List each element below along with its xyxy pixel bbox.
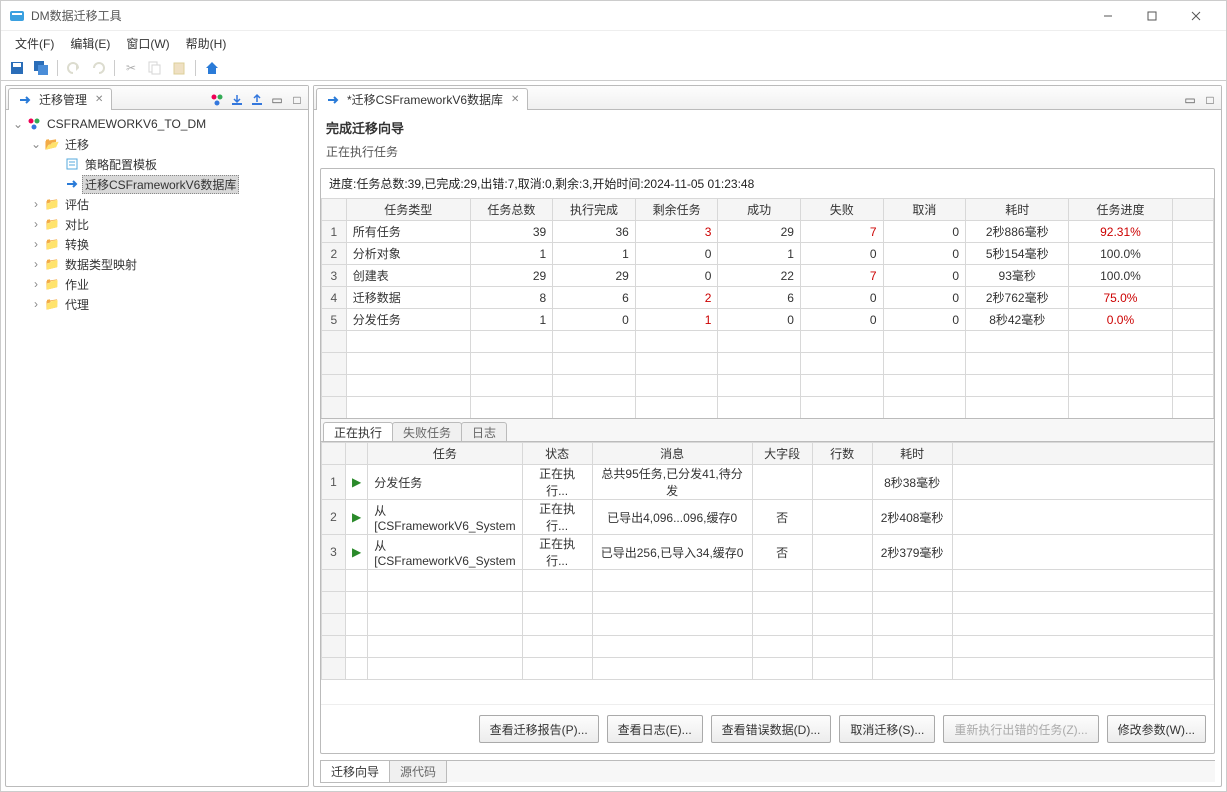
page-subtitle: 正在执行任务 (326, 143, 1209, 160)
tree-compare[interactable]: 对比 (62, 215, 92, 234)
panel-maximize-icon[interactable]: □ (288, 91, 306, 109)
expand-toggle[interactable]: › (28, 277, 44, 291)
save-icon[interactable] (7, 58, 27, 78)
folder-icon: 📁 (44, 256, 60, 272)
maximize-button[interactable] (1130, 2, 1174, 30)
right-panel: *迁移CSFrameworkV6数据库 ✕ ▭ □ 完成迁移向导 正在执行任务 … (313, 85, 1222, 787)
menu-edit[interactable]: 编辑(E) (64, 33, 116, 54)
editor-bottom-tabs: 迁移向导 源代码 (320, 760, 1215, 782)
expand-toggle[interactable]: › (28, 197, 44, 211)
left-panel-tabs: 迁移管理 ✕ ▭ □ (6, 86, 308, 110)
editor-area: 完成迁移向导 正在执行任务 进度:任务总数:39,已完成:29,出错:7,取消:… (314, 110, 1221, 786)
redo-icon[interactable] (88, 58, 108, 78)
bottomtab-source[interactable]: 源代码 (389, 761, 447, 783)
menubar: 文件(F) 编辑(E) 窗口(W) 帮助(H) (1, 31, 1226, 55)
tab-migration-mgmt[interactable]: 迁移管理 ✕ (8, 88, 112, 110)
window-title: DM数据迁移工具 (31, 7, 1086, 24)
progress-text: 进度:任务总数:39,已完成:29,出错:7,取消:0,剩余:3,开始时间:20… (321, 169, 1214, 198)
editor-body: 进度:任务总数:39,已完成:29,出错:7,取消:0,剩余:3,开始时间:20… (320, 168, 1215, 754)
retry-failed-button: 重新执行出错的任务(Z)... (943, 715, 1098, 743)
button-bar: 查看迁移报告(P)... 查看日志(E)... 查看错误数据(D)... 取消迁… (321, 704, 1214, 753)
expand-toggle[interactable]: ⌄ (10, 117, 26, 131)
tree-convert[interactable]: 转换 (62, 235, 92, 254)
folder-icon: 📁 (44, 216, 60, 232)
sub-tabs: 正在执行 失败任务 日志 (321, 418, 1214, 442)
export-icon[interactable] (248, 91, 266, 109)
modify-params-button[interactable]: 修改参数(W)... (1107, 715, 1206, 743)
expand-toggle[interactable]: ⌄ (28, 137, 44, 151)
project-icon (26, 116, 42, 132)
tab-editor[interactable]: *迁移CSFrameworkV6数据库 ✕ (316, 88, 528, 110)
left-panel: 迁移管理 ✕ ▭ □ ⌄CSFRAMEWORKV6_TO_DM ⌄📂迁移 策略配… (5, 85, 309, 787)
summary-table[interactable]: 任务类型任务总数执行完成剩余任务成功失败取消耗时任务进度1所有任务3936329… (321, 198, 1214, 418)
undo-icon[interactable] (64, 58, 84, 78)
workspace: 迁移管理 ✕ ▭ □ ⌄CSFRAMEWORKV6_TO_DM ⌄📂迁移 策略配… (1, 81, 1226, 791)
folder-icon: 📁 (44, 236, 60, 252)
folder-open-icon: 📂 (44, 136, 60, 152)
subtab-log[interactable]: 日志 (461, 422, 507, 442)
save-all-icon[interactable] (31, 58, 51, 78)
nodes-icon[interactable] (208, 91, 226, 109)
toolbar: ✂ (1, 55, 1226, 81)
tree-typemap[interactable]: 数据类型映射 (62, 255, 140, 274)
menu-help[interactable]: 帮助(H) (180, 33, 233, 54)
cut-icon[interactable]: ✂ (121, 58, 141, 78)
tree-agent[interactable]: 代理 (62, 295, 92, 314)
panel-maximize-icon[interactable]: □ (1201, 91, 1219, 109)
panel-minimize-icon[interactable]: ▭ (1181, 91, 1199, 109)
close-button[interactable] (1174, 2, 1218, 30)
tree-job[interactable]: 作业 (62, 275, 92, 294)
expand-toggle[interactable]: › (28, 297, 44, 311)
close-tab-icon[interactable]: ✕ (511, 94, 519, 105)
navigation-tree[interactable]: ⌄CSFRAMEWORKV6_TO_DM ⌄📂迁移 策略配置模板 迁移CSFra… (6, 110, 308, 786)
editor-tabs: *迁移CSFrameworkV6数据库 ✕ ▭ □ (314, 86, 1221, 110)
import-icon[interactable] (228, 91, 246, 109)
task-icon (325, 92, 341, 108)
view-report-button[interactable]: 查看迁移报告(P)... (479, 715, 599, 743)
folder-icon: 📁 (44, 196, 60, 212)
template-icon (64, 156, 80, 172)
tab-migration-label: 迁移管理 (39, 91, 87, 108)
tree-task-selected[interactable]: 迁移CSFrameworkV6数据库 (82, 175, 239, 194)
folder-icon: 📁 (44, 296, 60, 312)
paste-icon[interactable] (169, 58, 189, 78)
menu-window[interactable]: 窗口(W) (120, 33, 175, 54)
tree-template[interactable]: 策略配置模板 (82, 155, 160, 174)
cancel-migration-button[interactable]: 取消迁移(S)... (839, 715, 935, 743)
panel-minimize-icon[interactable]: ▭ (268, 91, 286, 109)
view-log-button[interactable]: 查看日志(E)... (607, 715, 703, 743)
task-icon (64, 176, 80, 192)
app-icon (9, 8, 25, 24)
minimize-button[interactable] (1086, 2, 1130, 30)
expand-toggle[interactable]: › (28, 237, 44, 251)
close-tab-icon[interactable]: ✕ (95, 94, 103, 105)
copy-icon[interactable] (145, 58, 165, 78)
page-title: 完成迁移向导 (326, 118, 1209, 137)
home-icon[interactable] (202, 58, 222, 78)
editor-tab-label: *迁移CSFrameworkV6数据库 (347, 91, 503, 108)
tasks-table[interactable]: 任务状态消息大字段行数耗时1▶分发任务正在执行...总共95任务,已分发41,待… (321, 442, 1214, 680)
tree-root[interactable]: CSFRAMEWORKV6_TO_DM (44, 116, 209, 132)
subtab-failed[interactable]: 失败任务 (392, 422, 462, 442)
view-errdata-button[interactable]: 查看错误数据(D)... (711, 715, 832, 743)
titlebar: DM数据迁移工具 (1, 1, 1226, 31)
expand-toggle[interactable]: › (28, 257, 44, 271)
folder-icon: 📁 (44, 276, 60, 292)
menu-file[interactable]: 文件(F) (9, 33, 60, 54)
expand-toggle[interactable]: › (28, 217, 44, 231)
subtab-running[interactable]: 正在执行 (323, 422, 393, 442)
editor-header: 完成迁移向导 正在执行任务 (314, 110, 1221, 168)
summary-table-wrap: 任务类型任务总数执行完成剩余任务成功失败取消耗时任务进度1所有任务3936329… (321, 198, 1214, 418)
tree-evaluate[interactable]: 评估 (62, 195, 92, 214)
bottomtab-wizard[interactable]: 迁移向导 (320, 761, 390, 783)
migration-icon (17, 92, 33, 108)
tree-migrate[interactable]: 迁移 (62, 135, 92, 154)
tasks-table-wrap: 任务状态消息大字段行数耗时1▶分发任务正在执行...总共95任务,已分发41,待… (321, 442, 1214, 704)
